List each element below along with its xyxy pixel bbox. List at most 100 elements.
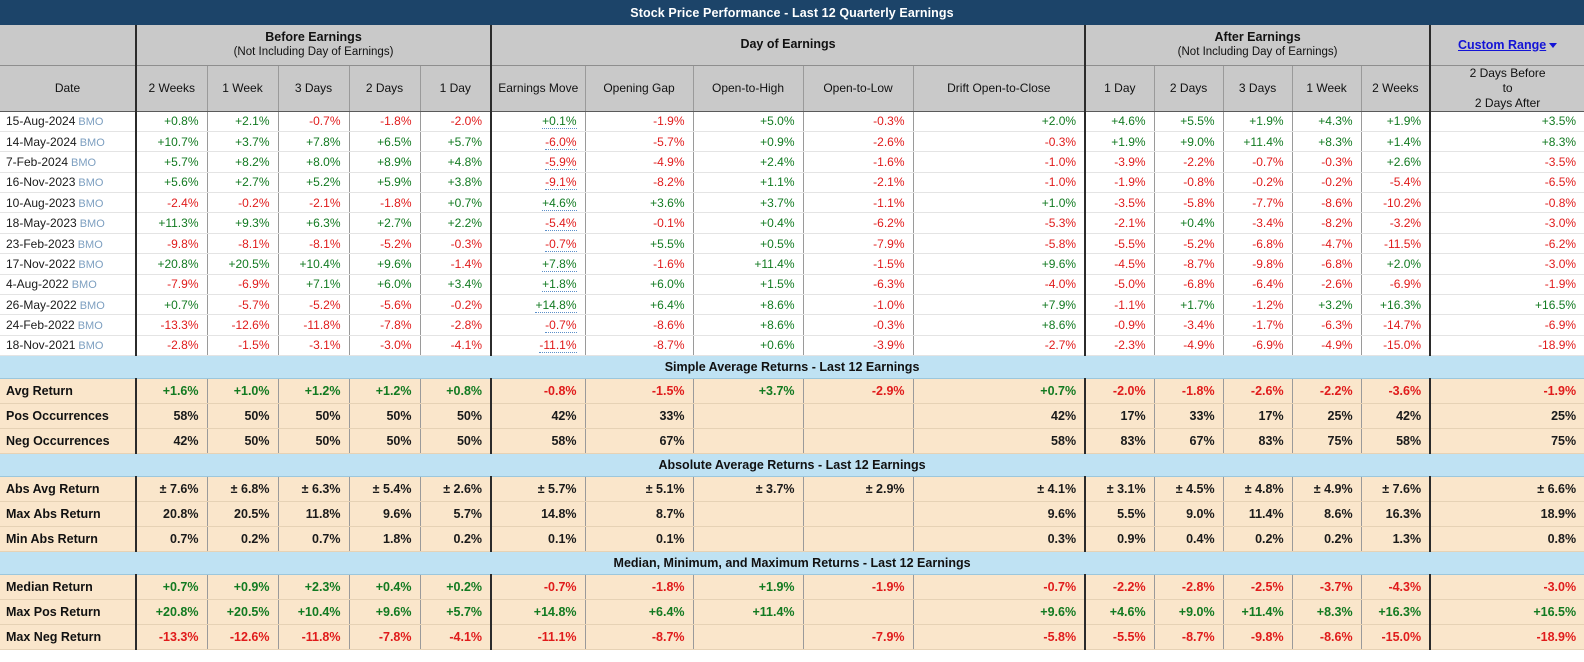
summary-cell: +8.3% xyxy=(1291,599,1362,626)
earnings-date-cell[interactable]: 10-Aug-2023 BMO xyxy=(0,192,136,214)
summary-value: 0.3% xyxy=(1047,532,1077,547)
column-header-before-3-days[interactable]: 3 Days xyxy=(277,65,349,112)
data-value: -2.1% xyxy=(873,175,905,190)
earnings-date-cell[interactable]: 26-May-2022 BMO xyxy=(0,294,136,316)
summary-value: 9.0% xyxy=(1186,507,1215,522)
summary-value: -2.5% xyxy=(1250,580,1284,595)
section-banner-row: Simple Average Returns - Last 12 Earning… xyxy=(0,355,1584,380)
earnings-date-cell[interactable]: 18-Nov-2021 BMO xyxy=(0,335,136,357)
column-header-before-2-weeks[interactable]: 2 Weeks xyxy=(135,65,207,112)
data-value: +4.6% xyxy=(1111,114,1146,129)
summary-value: -1.5% xyxy=(651,384,685,399)
custom-range-link[interactable]: Custom Range xyxy=(1458,38,1546,52)
column-header-date[interactable]: Date xyxy=(0,65,136,112)
earnings-date-cell[interactable]: 23-Feb-2023 BMO xyxy=(0,233,136,255)
data-cell: +0.8% xyxy=(135,111,207,132)
column-header-before-1-week[interactable]: 1 Week xyxy=(206,65,278,112)
data-value: +3.2% xyxy=(1318,297,1353,312)
summary-cell xyxy=(692,526,804,553)
summary-value: +2.3% xyxy=(304,580,341,595)
data-value: +0.7% xyxy=(447,195,483,210)
earnings-date: 26-May-2022 xyxy=(6,297,77,312)
earnings-date-cell[interactable]: 7-Feb-2024 BMO xyxy=(0,151,136,173)
earnings-date: 18-Nov-2021 xyxy=(6,338,76,353)
data-cell: +3.8% xyxy=(419,172,492,194)
data-value: -3.0% xyxy=(1544,256,1577,271)
summary-value: -15.0% xyxy=(1381,630,1422,645)
summary-cell: 0.7% xyxy=(135,526,207,553)
data-value: -0.7% xyxy=(545,318,577,334)
summary-value: -1.9% xyxy=(871,580,905,595)
data-cell: +7.1% xyxy=(277,274,349,296)
data-value: -3.2% xyxy=(1389,216,1422,231)
data-cell: -5.0% xyxy=(1084,274,1155,296)
data-cell: -1.2% xyxy=(1222,294,1293,316)
data-value: -3.0% xyxy=(380,338,412,353)
summary-cell xyxy=(692,501,804,528)
data-cell: -0.3% xyxy=(802,111,914,132)
data-cell: -1.6% xyxy=(584,253,694,275)
data-cell: -8.7% xyxy=(584,335,694,357)
summary-cell: 58% xyxy=(490,428,586,455)
data-cell: -6.4% xyxy=(1222,274,1293,296)
data-value: -5.7% xyxy=(653,134,685,149)
column-header-after-2-days[interactable]: 2 Days xyxy=(1153,65,1224,112)
summary-cell: 0.1% xyxy=(490,526,586,553)
data-value: -1.0% xyxy=(873,297,905,312)
data-cell: +0.1% xyxy=(490,111,586,132)
data-value: +3.7% xyxy=(235,134,270,149)
summary-cell: 17% xyxy=(1222,403,1293,430)
column-header-earnings-move[interactable]: Earnings Move xyxy=(490,65,586,112)
summary-value: +8.3% xyxy=(1316,605,1353,620)
data-cell: -1.5% xyxy=(802,253,914,275)
header-group-row: Before Earnings (Not Including Day of Ea… xyxy=(0,25,1584,66)
summary-cell: +1.2% xyxy=(277,378,349,405)
column-header-after-1-week[interactable]: 1 Week xyxy=(1291,65,1362,112)
summary-value: -7.9% xyxy=(871,630,905,645)
summary-cell: -3.0% xyxy=(1429,574,1584,601)
summary-cell xyxy=(802,501,914,528)
data-value: +1.7% xyxy=(1180,297,1215,312)
earnings-date-cell[interactable]: 17-Nov-2022 BMO xyxy=(0,253,136,275)
data-value: +9.6% xyxy=(377,256,412,271)
earnings-date-cell[interactable]: 24-Feb-2022 BMO xyxy=(0,314,136,336)
summary-cell: +0.2% xyxy=(419,574,492,601)
earnings-date: 15-Aug-2024 xyxy=(6,114,76,129)
earnings-date-cell[interactable]: 18-May-2023 BMO xyxy=(0,212,136,234)
data-value: -5.0% xyxy=(1114,277,1146,292)
column-header-open-to-low[interactable]: Open-to-Low xyxy=(802,65,914,112)
data-value: +7.9% xyxy=(1041,297,1077,312)
summary-cell: ± 5.4% xyxy=(348,476,420,503)
data-cell: +14.8% xyxy=(490,294,586,316)
earnings-date-cell[interactable]: 14-May-2024 BMO xyxy=(0,131,136,153)
data-value: +2.6% xyxy=(1386,154,1422,169)
data-value: +8.3% xyxy=(1318,134,1353,149)
column-header-before-1-day[interactable]: 1 Day xyxy=(419,65,492,112)
column-header-after-1-day[interactable]: 1 Day xyxy=(1084,65,1155,112)
summary-cell: -3.7% xyxy=(1291,574,1362,601)
column-header-after-3-days[interactable]: 3 Days xyxy=(1222,65,1293,112)
earnings-date-cell[interactable]: 4-Aug-2022 BMO xyxy=(0,274,136,296)
earnings-date-cell[interactable]: 15-Aug-2024 BMO xyxy=(0,111,136,132)
column-header-opening-gap[interactable]: Opening Gap xyxy=(584,65,694,112)
column-header-2-days-before-to-2-days-after[interactable]: 2 Days Before to 2 Days After xyxy=(1429,65,1584,112)
column-header-open-to-high[interactable]: Open-to-High xyxy=(692,65,804,112)
data-value: -6.8% xyxy=(1183,277,1215,292)
summary-row: Min Abs Return 0.7% 0.2% 0.7% 1.8% 0.2% 0.1% 0.… xyxy=(0,526,1584,553)
earnings-date-cell[interactable]: 16-Nov-2023 BMO xyxy=(0,172,136,194)
data-cell: +5.5% xyxy=(1153,111,1224,132)
column-header-after-2-weeks[interactable]: 2 Weeks xyxy=(1360,65,1431,112)
chevron-down-icon[interactable] xyxy=(1549,43,1558,49)
custom-range-cell[interactable]: Custom Range xyxy=(1429,25,1584,66)
data-value: +0.8% xyxy=(164,114,199,129)
summary-cell: -4.3% xyxy=(1360,574,1431,601)
data-value: -0.3% xyxy=(873,114,905,129)
summary-cell: ± 7.6% xyxy=(1360,476,1431,503)
column-header-before-2-days[interactable]: 2 Days xyxy=(348,65,420,112)
summary-cell: -9.8% xyxy=(1222,624,1293,651)
data-value: -3.4% xyxy=(1183,318,1215,333)
data-value: +0.6% xyxy=(760,338,795,353)
summary-cell: +0.7% xyxy=(135,574,207,601)
column-header-drift-open-to-close[interactable]: Drift Open-to-Close xyxy=(912,65,1086,112)
data-cell: -5.7% xyxy=(206,294,278,316)
